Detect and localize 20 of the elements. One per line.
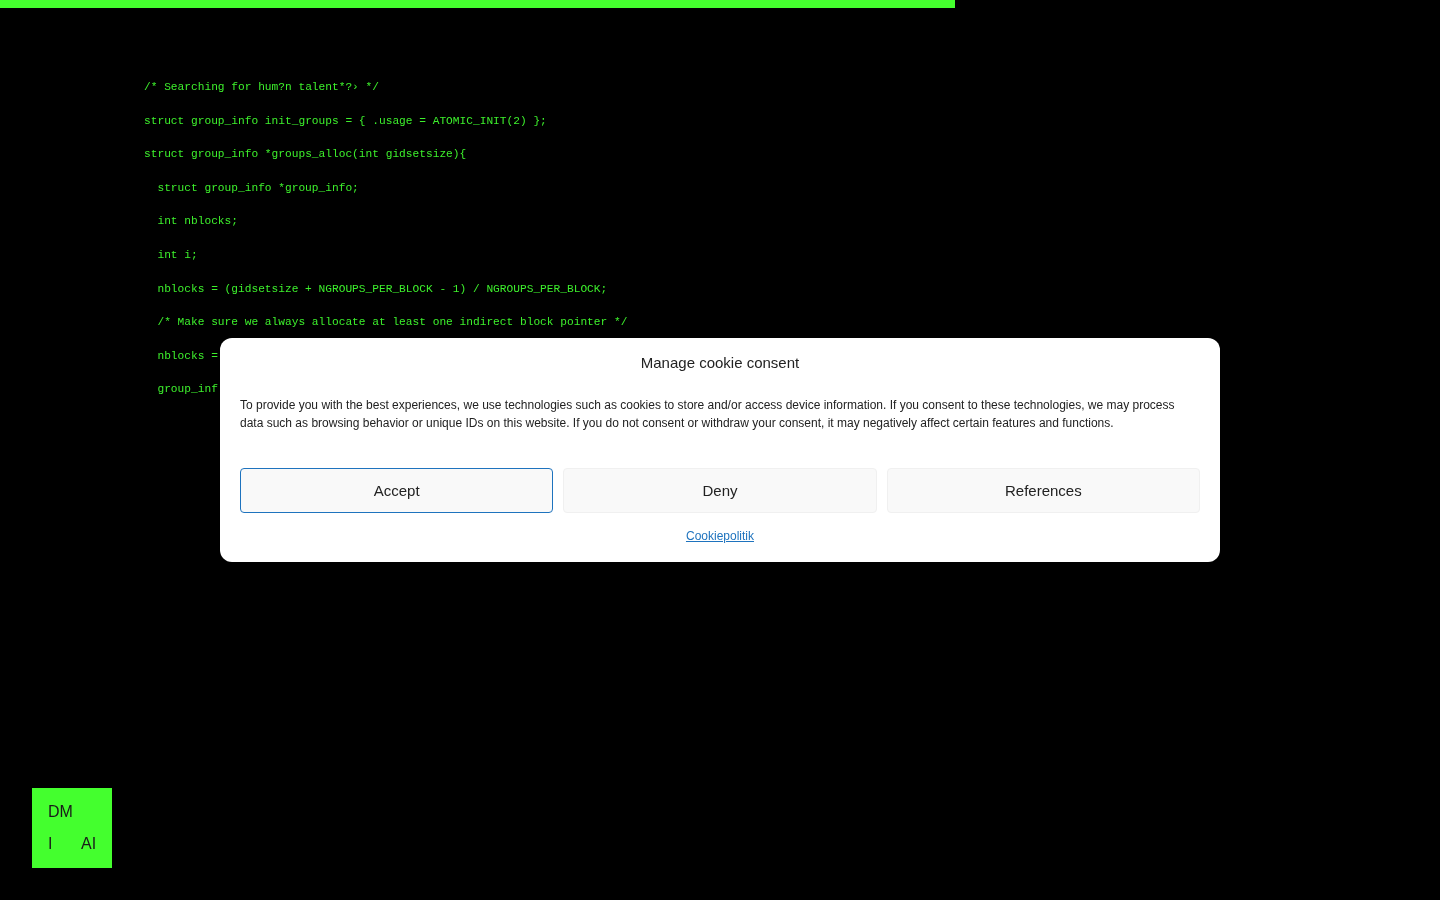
- code-line: /* Make sure we always allocate at least one indirect block pointer */: [157, 315, 628, 331]
- code-line: struct group_info *group_info;: [157, 180, 359, 196]
- code-line: struct group_info init_groups = { .usage = ATOMIC_INIT(2) };: [144, 113, 547, 129]
- code-line: /* Searching for hum?n talent*?› */: [144, 80, 379, 95]
- cookie-policy-link[interactable]: Cookiepolitik: [685, 528, 754, 544]
- code-line: nblocks =: [157, 348, 218, 364]
- dialog-title: Manage cookie consent: [640, 354, 800, 372]
- consent-button[interactable]: Accept: [240, 468, 554, 513]
- logo-text: DM: [48, 802, 73, 822]
- code-line: struct group_info *groups_alloc(int gidsetsize){: [144, 147, 467, 163]
- code-line: int nblocks;: [157, 214, 238, 230]
- consent-button[interactable]: Deny: [563, 468, 877, 513]
- logo-tile[interactable]: DM I AI: [32, 788, 112, 868]
- code-line: int i;: [157, 247, 198, 263]
- logo-text: I: [48, 834, 53, 854]
- consent-message: To provide you with the best experiences, we use technologies such as cookies to store and/or access device information. If you consent to these technologies, we may process data such as browsing behavior or unique IDs on this website. If you do not consent or withdraw your consent, it may negatively affect certain features and functions.: [240, 397, 1176, 432]
- code-line: group_inf: [157, 382, 218, 398]
- logo-text: AI: [81, 834, 97, 854]
- code-line: nblocks = (gidsetsize + NGROUPS_PER_BLOCK - 1) / NGROUPS_PER_BLOCK;: [157, 281, 608, 297]
- consent-button[interactable]: References: [886, 468, 1200, 513]
